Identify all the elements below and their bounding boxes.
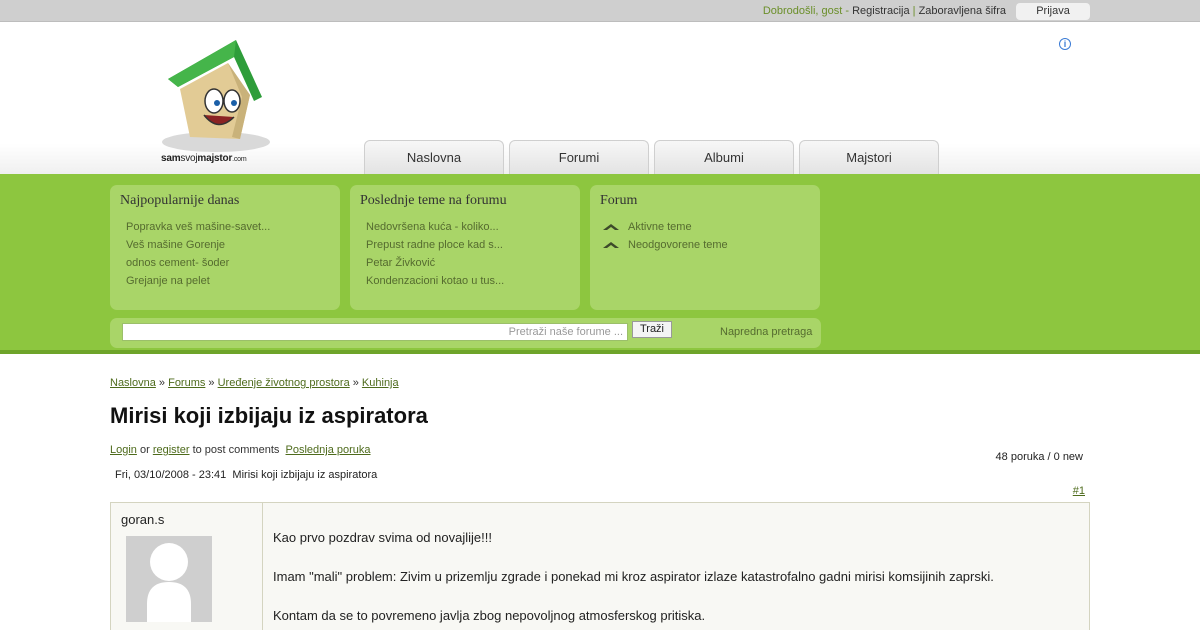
post-number-link[interactable]: #1 — [1073, 485, 1085, 497]
post-meta: Fri, 03/10/2008 - 23:41 Mirisi koji izbi… — [115, 469, 377, 481]
advanced-search-link[interactable]: Napredna pretraga — [720, 326, 812, 338]
author-name[interactable]: goran.s — [121, 512, 164, 527]
post-count: 48 poruka / 0 new — [995, 451, 1083, 463]
latest-topics-box: Poslednje teme na forumu Nedovršena kuća… — [350, 185, 580, 310]
forgot-password-link[interactable]: Zaboravljena šifra — [919, 5, 1006, 17]
welcome-text: Dobrodošli, gost — [762, 5, 843, 17]
latest-title: Poslednje teme na forumu — [360, 193, 507, 208]
tab-majstori[interactable]: Majstori — [799, 140, 939, 174]
main-nav: Naslovna Forumi Albumi Majstori — [364, 140, 944, 174]
header: samsvojmajstor.com i Naslovna Forumi Alb… — [0, 22, 1200, 174]
tab-albumi[interactable]: Albumi — [654, 140, 794, 174]
chevron-up-icon — [603, 224, 619, 231]
latest-item[interactable]: Petar Živković — [366, 254, 570, 272]
breadcrumb-naslovna[interactable]: Naslovna — [110, 377, 156, 389]
unanswered-topics-label: Neodgovorene teme — [628, 239, 728, 251]
forum-box: Forum Aktivne teme Neodgovorene teme — [590, 185, 820, 310]
forum-title: Forum — [600, 193, 638, 208]
latest-item[interactable]: Kondenzacioni kotao u tus... — [366, 272, 570, 290]
register-link[interactable]: Registracija — [852, 5, 909, 17]
breadcrumb: Naslovna » Forums » Uređenje životnog pr… — [110, 377, 399, 389]
popular-item[interactable]: odnos cement- šoder — [126, 254, 330, 272]
login-link[interactable]: Login — [110, 444, 137, 456]
avatar[interactable] — [126, 536, 212, 622]
top-bar: Dobrodošli, gost - Registracija | Zabora… — [0, 0, 1200, 22]
chevron-up-icon — [603, 242, 619, 249]
tab-forumi[interactable]: Forumi — [509, 140, 649, 174]
popular-item[interactable]: Popravka veš mašine-savet... — [126, 218, 330, 236]
search-bar: Pretraži naše forume ... Traži Napredna … — [110, 318, 821, 348]
popular-today-box: Najpopularnije danas Popravka veš mašine… — [110, 185, 340, 310]
login-button[interactable]: Prijava — [1016, 3, 1090, 20]
post-subject: Mirisi koji izbijaju iz aspiratora — [232, 469, 378, 481]
breadcrumb-sep: » — [155, 377, 169, 389]
breadcrumb-kuhinja[interactable]: Kuhinja — [362, 377, 399, 389]
active-topics-label: Aktivne teme — [628, 221, 692, 233]
house-mascot-logo[interactable] — [158, 37, 274, 169]
post-links: Login or register to post comments Posle… — [110, 444, 371, 456]
logo-dotcom: .com — [232, 156, 247, 163]
post-paragraph: Kontam da se to povremeno javlja zbog ne… — [273, 608, 706, 623]
post-paragraph: Kao prvo pozdrav svima od novajlije!!! — [273, 530, 492, 545]
active-topics-link[interactable]: Aktivne teme — [602, 218, 810, 236]
register-post-link[interactable]: register — [153, 444, 190, 456]
popular-title: Najpopularnije danas — [120, 193, 240, 208]
popular-item[interactable]: Grejanje na pelet — [126, 272, 330, 290]
top-links: Dobrodošli, gost - Registracija | Zabora… — [763, 5, 1006, 17]
post-body: Kao prvo pozdrav svima od novajlije!!! I… — [273, 528, 1073, 630]
tab-naslovna[interactable]: Naslovna — [364, 140, 504, 174]
logo-svoj: svoj — [180, 153, 198, 164]
green-panel: Najpopularnije danas Popravka veš mašine… — [0, 174, 1200, 354]
latest-item[interactable]: Prepust radne ploce kad s... — [366, 236, 570, 254]
info-icon[interactable]: i — [1059, 38, 1071, 50]
dash-separator: - — [842, 5, 853, 17]
breadcrumb-sep: » — [205, 377, 218, 389]
logo-sam: sam — [161, 153, 181, 164]
popular-item[interactable]: Veš mašine Gorenje — [126, 236, 330, 254]
last-post-link[interactable]: Poslednja poruka — [286, 444, 371, 456]
unanswered-topics-link[interactable]: Neodgovorene teme — [602, 236, 810, 254]
search-button[interactable]: Traži — [632, 321, 672, 338]
logo-majstor: majstor — [197, 153, 233, 164]
latest-item[interactable]: Nedovršena kuća - koliko... — [366, 218, 570, 236]
breadcrumb-forums[interactable]: Forums — [168, 377, 205, 389]
pipe-separator: | — [909, 5, 919, 17]
post-author: goran.s — [111, 503, 263, 630]
or-text: or — [136, 444, 153, 456]
breadcrumb-sep: » — [349, 377, 362, 389]
logo-wordmark[interactable]: samsvojmajstor.com — [161, 153, 247, 164]
post-date: Fri, 03/10/2008 - 23:41 — [115, 469, 227, 481]
search-input[interactable]: Pretraži naše forume ... — [122, 323, 628, 341]
post-paragraph: Imam "mali" problem: Zivim u prizemlju z… — [273, 569, 994, 584]
to-post-text: to post comments — [189, 444, 280, 456]
forum-post: goran.s Kao prvo pozdrav svima od novajl… — [110, 502, 1090, 630]
page-title: Mirisi koji izbijaju iz aspiratora — [110, 403, 428, 428]
breadcrumb-uredjenje[interactable]: Uređenje životnog prostora — [218, 377, 350, 389]
